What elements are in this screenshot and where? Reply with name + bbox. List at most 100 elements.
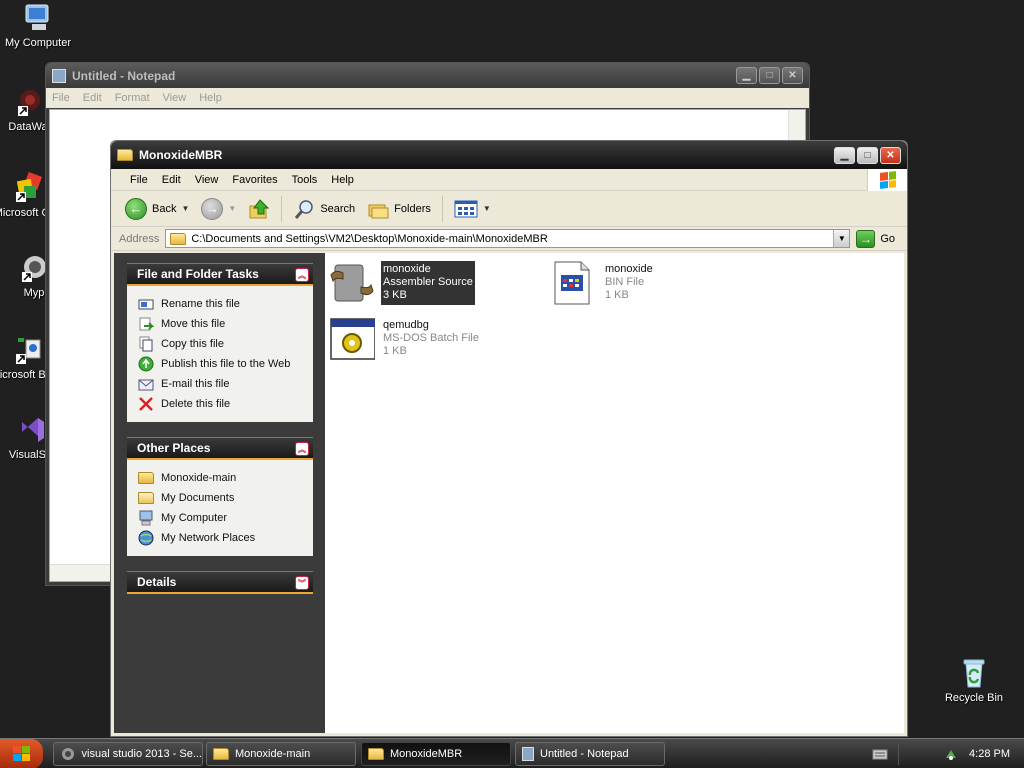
recycle-bin-icon (958, 657, 990, 689)
clock[interactable]: 4:28 PM (969, 748, 1010, 760)
task-label: Publish this file to the Web (161, 358, 291, 370)
explorer-close-button[interactable]: ✕ (880, 146, 901, 164)
taskbar-button-label: visual studio 2013 - Se... (81, 747, 202, 760)
panel-header[interactable]: File and Folder Tasks ︽ (127, 263, 313, 286)
go-button[interactable]: → Go (856, 229, 895, 248)
menu-favorites[interactable]: Favorites (225, 174, 284, 186)
place-label: My Network Places (161, 532, 256, 544)
task-publish-web[interactable]: Publish this file to the Web (138, 354, 313, 374)
task-delete-file[interactable]: Delete this file (138, 394, 313, 414)
panel-title: Other Places (137, 441, 211, 455)
views-dropdown-icon[interactable]: ▼ (483, 204, 491, 213)
back-arrow-icon: ← (125, 197, 147, 220)
collapse-chevron-icon[interactable]: ︽ (295, 442, 309, 456)
file-list[interactable]: monoxide Assembler Source 3 KB monoxide … (325, 253, 904, 733)
explorer-titlebar[interactable]: MonoxideMBR ▁ □ ✕ (111, 141, 907, 169)
search-icon (295, 199, 314, 219)
keyboard-icon[interactable] (872, 748, 888, 760)
file-name: monoxide (605, 263, 653, 275)
start-button[interactable] (0, 738, 43, 768)
rename-icon (138, 299, 154, 310)
taskbar-button-label: Monoxide-main (235, 747, 311, 760)
visual-cpp-icon (12, 172, 44, 204)
task-move-file[interactable]: Move this file (138, 314, 313, 334)
file-size: 1 KB (383, 345, 407, 357)
forward-dropdown-icon[interactable]: ▼ (228, 204, 236, 213)
task-label: Rename this file (161, 298, 240, 310)
forward-button[interactable]: → ▼ (197, 194, 240, 224)
notepad-menu-edit[interactable]: Edit (83, 92, 102, 104)
place-my-network-places[interactable]: My Network Places (138, 528, 313, 548)
notepad-menu-format[interactable]: Format (115, 92, 150, 104)
details-panel: Details ︾ (127, 571, 313, 594)
views-button[interactable]: ▼ (450, 194, 495, 224)
copy-icon (139, 336, 153, 352)
notepad-menu-help[interactable]: Help (199, 92, 222, 104)
file-item-qemudbg[interactable]: qemudbg MS-DOS Batch File 1 KB (329, 317, 481, 361)
notepad-maximize-button[interactable]: □ (759, 67, 780, 84)
system-tray: 4:28 PM (862, 739, 1024, 768)
file-item-monoxide-bin[interactable]: monoxide BIN File 1 KB (551, 261, 655, 305)
panel-title: File and Folder Tasks (137, 267, 259, 281)
taskbar-button-label: Untitled - Notepad (540, 747, 629, 760)
up-folder-button[interactable] (244, 194, 274, 224)
task-rename-file[interactable]: Rename this file (138, 294, 313, 314)
folders-button[interactable]: Folders (363, 194, 435, 224)
panel-header[interactable]: Other Places ︽ (127, 437, 313, 460)
panel-header[interactable]: Details ︾ (127, 571, 313, 594)
address-bar: Address C:\Documents and Settings\VM2\De… (111, 227, 907, 251)
explorer-title: MonoxideMBR (139, 148, 223, 162)
address-input[interactable]: C:\Documents and Settings\VM2\Desktop\Mo… (165, 229, 851, 248)
expand-chevron-icon[interactable]: ︾ (295, 576, 309, 590)
folders-icon (368, 204, 389, 218)
folder-icon (170, 232, 187, 245)
explorer-maximize-button[interactable]: □ (857, 146, 878, 164)
taskbar-button-monoxidembr[interactable]: MonoxideMBR (361, 741, 511, 766)
other-places-panel: Other Places ︽ Monoxide-main My Document… (127, 437, 313, 556)
taskbar-button-visual-studio[interactable]: visual studio 2013 - Se... (53, 741, 203, 766)
windows-flag-icon (12, 745, 30, 761)
notepad-menu-view[interactable]: View (163, 92, 187, 104)
folders-label: Folders (394, 202, 431, 215)
computer-icon (22, 2, 54, 34)
dataware-icon (12, 86, 44, 118)
task-copy-file[interactable]: Copy this file (138, 334, 313, 354)
place-my-computer[interactable]: My Computer (138, 508, 313, 528)
menu-file[interactable]: File (123, 174, 155, 186)
explorer-window[interactable]: MonoxideMBR ▁ □ ✕ File Edit View Favorit… (110, 140, 908, 737)
task-email-file[interactable]: E-mail this file (138, 374, 313, 394)
collapse-chevron-icon[interactable]: ︽ (295, 268, 309, 282)
taskbar: visual studio 2013 - Se... Monoxide-main… (0, 738, 1024, 768)
desktop-icon-my-computer[interactable]: My Computer (0, 2, 76, 49)
place-label: Monoxide-main (161, 472, 237, 484)
notepad-titlebar[interactable]: Untitled - Notepad ▁ □ ✕ (46, 63, 809, 88)
email-icon (138, 379, 154, 391)
place-monoxide-main[interactable]: Monoxide-main (138, 468, 313, 488)
desktop-icon-recycle-bin[interactable]: Recycle Bin (936, 657, 1012, 704)
menu-help[interactable]: Help (324, 174, 361, 186)
explorer-minimize-button[interactable]: ▁ (834, 146, 855, 164)
search-button[interactable]: Search (289, 194, 359, 224)
notepad-close-button[interactable]: ✕ (782, 67, 803, 84)
visual-studio-taskbar-icon (62, 747, 74, 760)
move-icon (139, 317, 154, 331)
computer-icon (139, 510, 153, 526)
back-dropdown-icon[interactable]: ▼ (181, 204, 189, 213)
file-meta: monoxide Assembler Source 3 KB (381, 261, 475, 305)
address-dropdown-icon[interactable]: ▼ (833, 230, 850, 247)
file-type: Assembler Source (383, 276, 473, 288)
taskbar-button-monoxide-main[interactable]: Monoxide-main (206, 741, 356, 766)
network-status-icon[interactable] (943, 746, 959, 762)
place-my-documents[interactable]: My Documents (138, 488, 313, 508)
notepad-menu-file[interactable]: File (52, 92, 70, 104)
file-size: 3 KB (383, 289, 407, 301)
menu-tools[interactable]: Tools (285, 174, 325, 186)
menu-view[interactable]: View (188, 174, 226, 186)
back-button[interactable]: ← Back ▼ (121, 194, 193, 224)
taskbar-button-notepad[interactable]: Untitled - Notepad (515, 741, 665, 766)
menu-edit[interactable]: Edit (155, 174, 188, 186)
desktop-icon-label: My Computer (4, 37, 72, 49)
file-item-monoxide-asm[interactable]: monoxide Assembler Source 3 KB (329, 261, 475, 305)
notepad-minimize-button[interactable]: ▁ (736, 67, 757, 84)
notepad-horizontal-scrollbar[interactable] (50, 564, 114, 581)
